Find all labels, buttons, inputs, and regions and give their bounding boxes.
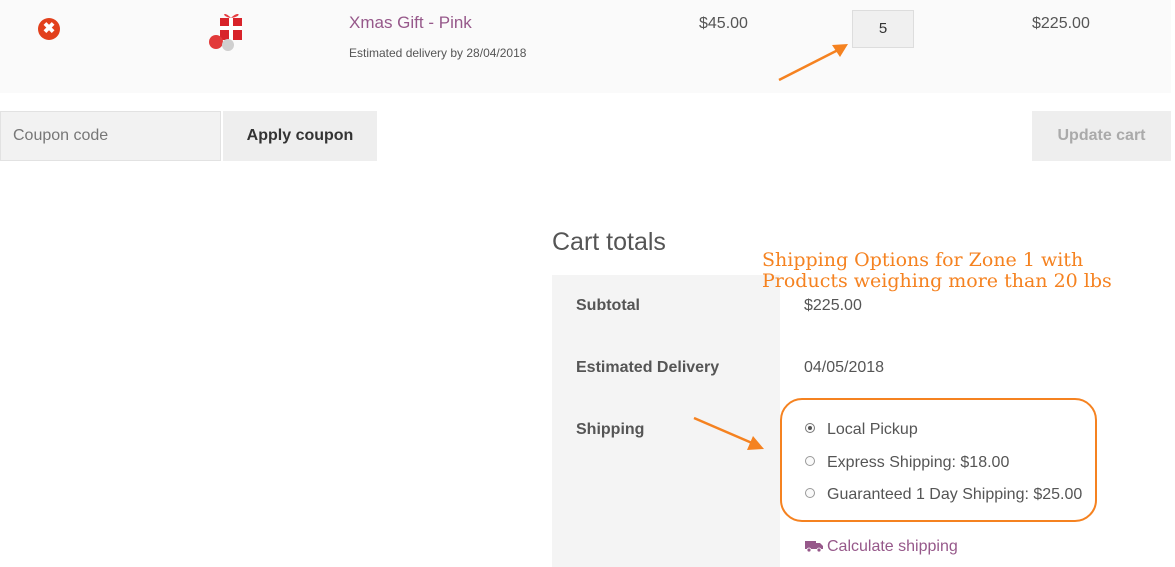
- arrow-annotation-quantity: [778, 44, 848, 82]
- subtotal-label: Subtotal: [576, 297, 640, 314]
- estimated-delivery-label: Estimated Delivery: [576, 359, 720, 376]
- shipping-option-guaranteed-label[interactable]: Guaranteed 1 Day Shipping: $25.00: [827, 486, 1082, 504]
- shipping-option-guaranteed-radio[interactable]: [805, 488, 815, 498]
- update-cart-button[interactable]: Update cart: [1032, 111, 1171, 161]
- shipping-option-local-pickup-radio[interactable]: [805, 423, 815, 433]
- coupon-code-input[interactable]: Coupon code: [0, 111, 221, 161]
- cart-item-row: [0, 0, 1171, 93]
- remove-item-icon[interactable]: ✖: [38, 18, 60, 40]
- apply-coupon-button[interactable]: Apply coupon: [223, 111, 377, 161]
- shipping-option-express-label[interactable]: Express Shipping: $18.00: [827, 454, 1009, 472]
- cart-totals-heading: Cart totals: [552, 228, 666, 256]
- line-subtotal: $225.00: [1032, 15, 1090, 32]
- gift-thumbnail[interactable]: [198, 8, 262, 52]
- product-name-link[interactable]: Xmas Gift - Pink: [349, 13, 472, 33]
- annotation-text: Shipping Options for Zone 1 with Product…: [762, 250, 1112, 292]
- ornament-silver: [222, 39, 234, 51]
- annotation-line-1: Shipping Options for Zone 1 with: [762, 249, 1084, 271]
- ornament-red: [209, 35, 223, 49]
- estimated-delivery-note: Estimated delivery by 28/04/2018: [349, 46, 527, 60]
- subtotal-value: $225.00: [804, 297, 862, 314]
- calculate-shipping-link[interactable]: Calculate shipping: [805, 538, 958, 556]
- product-price: $45.00: [699, 15, 748, 32]
- gift-ribbon-horizontal: [220, 26, 242, 30]
- estimated-delivery-value: 04/05/2018: [804, 359, 885, 376]
- calculate-shipping-label[interactable]: Calculate shipping: [827, 538, 958, 555]
- gift-bow: [224, 13, 239, 18]
- annotation-line-2: Products weighing more than 20 lbs: [762, 270, 1112, 292]
- shipping-option-express-radio[interactable]: [805, 456, 815, 466]
- shipping-label: Shipping: [576, 421, 645, 438]
- truck-icon: [805, 541, 823, 552]
- shipping-option-local-pickup-label[interactable]: Local Pickup: [827, 421, 918, 439]
- quantity-input[interactable]: 5: [852, 10, 914, 48]
- arrow-annotation-shipping: [693, 416, 764, 450]
